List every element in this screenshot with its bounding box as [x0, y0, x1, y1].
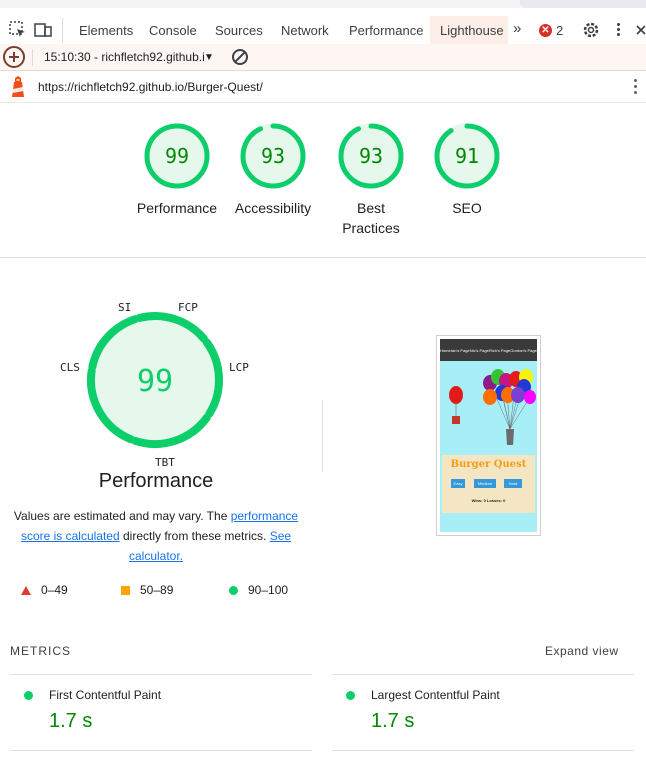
- report-menu-kebab-icon[interactable]: [634, 79, 638, 95]
- fail-triangle-icon: [21, 585, 31, 595]
- disclaimer-text-mid: directly from these metrics.: [119, 529, 270, 543]
- metric-tag-lcp: LCP: [229, 361, 249, 374]
- lighthouse-logo-icon: [12, 76, 24, 97]
- report-url-bar: https://richfletch92.github.io/Burger-Qu…: [0, 71, 646, 103]
- balloons-illustration: [449, 369, 536, 445]
- performance-gauge-large: 99 SI FCP LCP TBT CLS: [60, 298, 260, 478]
- tab-network[interactable]: Network: [281, 23, 329, 38]
- thumbnail-nav-item: Nic's Page: [469, 347, 489, 353]
- thumbnail-game-panel: Burger Quest Easy Medium Hard Wins: 0 Lo…: [442, 455, 535, 513]
- thumbnail-nav-item: Home: [440, 347, 451, 353]
- metric-tag-fcp: FCP: [178, 301, 198, 314]
- metric-value: 1.7 s: [49, 710, 93, 732]
- tab-separator: [62, 18, 63, 42]
- gauge-ring: 93: [338, 123, 404, 189]
- settings-gear-icon[interactable]: [581, 20, 601, 40]
- gauge-label: Best Practices: [342, 200, 400, 236]
- performance-score-large: 99: [137, 364, 173, 399]
- thumbnail-stats: Wins: 0 Losses: 0: [471, 498, 506, 503]
- gauge-score: 93: [261, 144, 285, 168]
- gauge-ring: 91: [434, 123, 500, 189]
- metrics-divider-left: [10, 674, 312, 675]
- legend-pass: 90–100: [229, 583, 288, 597]
- metric-tag-tbt: TBT: [155, 456, 175, 469]
- error-x-icon: ✕: [539, 24, 552, 37]
- gauge-score: 91: [455, 144, 479, 168]
- legend-fail: 0–49: [21, 583, 68, 597]
- pass-circle-icon: [24, 691, 33, 700]
- thumbnail-nav-item: Ian's Page: [450, 347, 470, 353]
- legend-range: 90–100: [248, 583, 289, 597]
- chevron-down-icon[interactable]: ▼: [204, 52, 214, 63]
- close-devtools-icon[interactable]: [634, 20, 646, 40]
- thumbnail-page: Home Ian's Page Nic's Page Rich's Page G…: [440, 339, 537, 532]
- clear-reports-icon[interactable]: [232, 49, 248, 65]
- tab-sources[interactable]: Sources: [215, 23, 263, 38]
- score-disclaimer: Values are estimated and may vary. The p…: [8, 506, 304, 566]
- profile-pill: [520, 0, 646, 8]
- report-url[interactable]: https://richfletch92.github.io/Burger-Qu…: [38, 80, 263, 94]
- metric-name: Largest Contentful Paint: [371, 688, 500, 702]
- gauge-ring: 99: [144, 123, 210, 189]
- metrics-heading: METRICS: [10, 644, 71, 658]
- tab-console[interactable]: Console: [149, 23, 197, 38]
- average-square-icon: [121, 585, 130, 595]
- gauge-score: 93: [359, 144, 383, 168]
- report-select[interactable]: 15:10:30 - richfletch92.github.i: [44, 50, 205, 64]
- gauge-label: Accessibility: [234, 200, 312, 216]
- legend-average: 50–89: [121, 583, 173, 597]
- gauge-ring: 93: [240, 123, 306, 189]
- gauges-divider: [0, 257, 646, 258]
- toolbar-separator: [32, 49, 33, 66]
- lighthouse-toolbar: 15:10:30 - richfletch92.github.i ▼: [0, 44, 646, 71]
- legend-range: 0–49: [41, 583, 68, 597]
- more-tabs-chevron-icon[interactable]: »: [513, 20, 521, 37]
- gauge-best-practices[interactable]: 93 Best Practices: [326, 122, 416, 238]
- inspect-element-icon[interactable]: [8, 20, 28, 40]
- metric-name: First Contentful Paint: [49, 688, 162, 702]
- tab-elements[interactable]: Elements: [79, 23, 133, 38]
- expand-view-toggle[interactable]: Expand view: [545, 644, 619, 658]
- error-count-badge[interactable]: ✕ 2: [539, 23, 563, 38]
- legend-range: 50–89: [140, 583, 174, 597]
- gauge-score: 99: [165, 144, 189, 168]
- tab-performance[interactable]: Performance: [349, 23, 423, 38]
- performance-gauge-svg: 99: [87, 312, 223, 448]
- performance-title: Performance: [98, 470, 214, 492]
- metrics-bottom-divider-left: [10, 750, 312, 751]
- vertical-divider: [322, 400, 323, 472]
- device-toolbar-icon[interactable]: [33, 20, 53, 40]
- thumbnail-nav: Home Ian's Page Nic's Page Rich's Page G…: [440, 339, 537, 361]
- thumbnail-button: Hard: [504, 479, 522, 488]
- pass-circle-icon: [346, 691, 355, 700]
- pass-circle-icon: [229, 585, 238, 595]
- metric-tag-cls: CLS: [60, 361, 80, 374]
- thumbnail-button: Medium: [474, 479, 496, 488]
- window-top-strip: [0, 0, 646, 8]
- gauge-accessibility[interactable]: 93 Accessibility: [228, 122, 318, 218]
- devtools-menu-kebab-icon[interactable]: [617, 23, 620, 36]
- thumbnail-nav-item: Rich's Page: [488, 347, 511, 353]
- gauge-seo[interactable]: 91 SEO: [422, 122, 512, 218]
- error-count: 2: [556, 23, 564, 38]
- tab-lighthouse[interactable]: Lighthouse: [440, 23, 504, 38]
- gauge-performance[interactable]: 99 Performance: [132, 122, 222, 218]
- final-screenshot-thumbnail[interactable]: Home Ian's Page Nic's Page Rich's Page G…: [436, 335, 541, 536]
- metric-value: 1.7 s: [371, 710, 415, 732]
- disclaimer-text: Values are estimated and may vary. The: [13, 509, 231, 523]
- thumbnail-title: Burger Quest: [450, 459, 527, 470]
- thumbnail-nav-item: Gordon's Page: [510, 347, 537, 353]
- gauge-label: SEO: [452, 200, 482, 216]
- gauge-label: Performance: [136, 200, 218, 216]
- metrics-divider-right: [332, 674, 634, 675]
- thumbnail-button: Easy: [451, 479, 465, 488]
- new-report-button[interactable]: [3, 46, 25, 68]
- metric-tag-si: SI: [118, 301, 132, 314]
- metrics-bottom-divider-right: [332, 750, 634, 751]
